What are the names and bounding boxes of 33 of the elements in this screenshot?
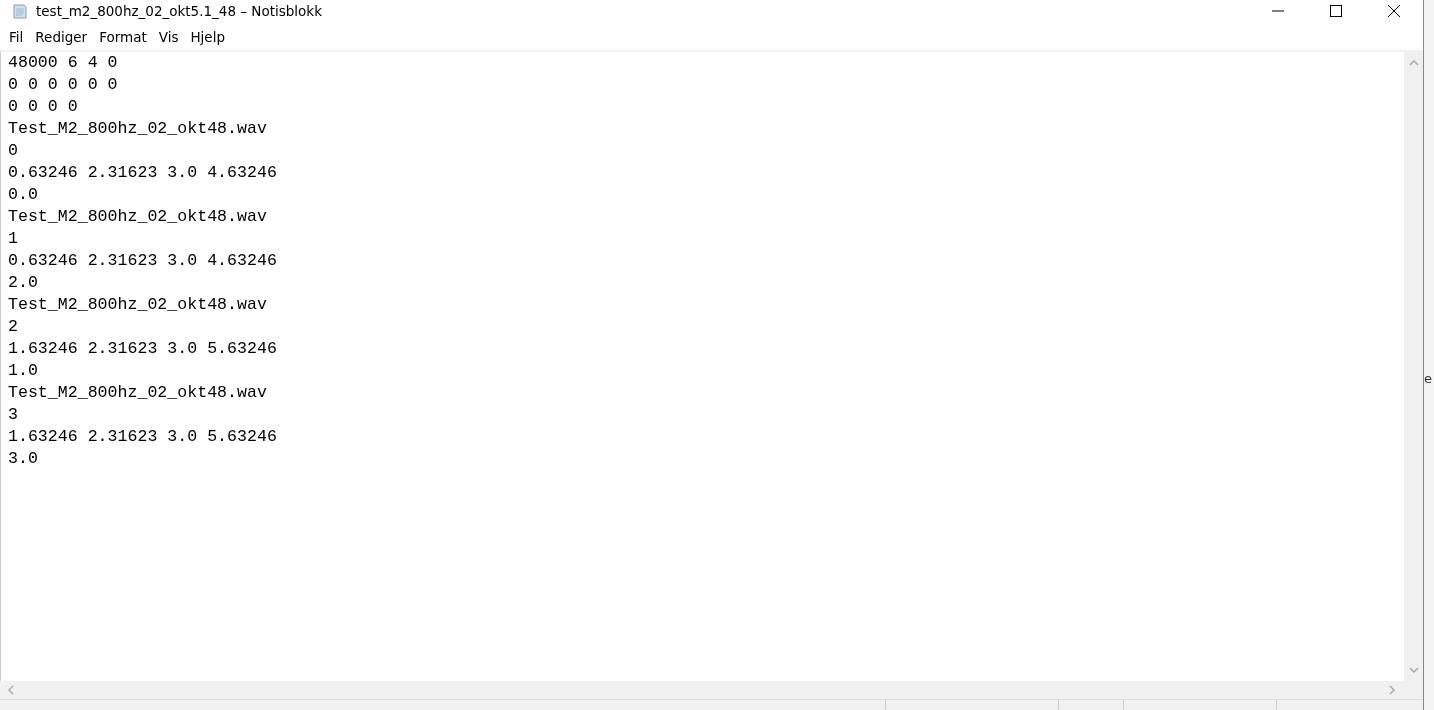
text-line: 0 0 0 0 0 0 xyxy=(8,74,118,96)
text-line: 1.0 xyxy=(8,360,38,382)
scroll-left-icon[interactable] xyxy=(8,685,14,695)
menu-item[interactable]: Vis xyxy=(152,29,185,50)
scroll-down-icon[interactable] xyxy=(1408,667,1419,673)
text-line: 0 xyxy=(8,140,18,162)
maximize-icon xyxy=(1330,5,1342,17)
text-line: 0 0 0 0 xyxy=(8,96,78,118)
text-line: 2.0 xyxy=(8,272,38,294)
text-line: 3.0 xyxy=(8,448,38,470)
text-line: Test_M2_800hz_02_okt48.wav xyxy=(8,206,267,228)
text-line: Test_M2_800hz_02_okt48.wav xyxy=(8,382,267,404)
scroll-right-icon[interactable] xyxy=(1389,685,1395,695)
text-line: 0.63246 2.31623 3.0 4.63246 xyxy=(8,162,277,184)
notepad-icon xyxy=(12,3,28,19)
background-text: e xyxy=(1424,370,1432,386)
text-line: 48000 6 4 0 xyxy=(8,52,118,74)
text-line: 2 xyxy=(8,316,18,338)
text-line: Test_M2_800hz_02_okt48.wav xyxy=(8,294,267,316)
text-line: Test_M2_800hz_02_okt48.wav xyxy=(8,118,267,140)
close-icon xyxy=(1388,5,1400,17)
text-line: 1.63246 2.31623 3.0 5.63246 xyxy=(8,338,277,360)
menu-item[interactable]: Format xyxy=(93,29,153,50)
text-line: 1.63246 2.31623 3.0 5.63246 xyxy=(8,426,277,448)
menu-item[interactable]: Hjelp xyxy=(184,29,231,50)
text-line: 0.63246 2.31623 3.0 4.63246 xyxy=(8,250,277,272)
text-line: 1 xyxy=(8,228,18,250)
menu-item[interactable]: Rediger xyxy=(29,29,94,50)
scroll-up-icon[interactable] xyxy=(1408,60,1419,66)
window-title: test_m2_800hz_02_okt5.1_48 – Notisblokk xyxy=(36,3,322,19)
text-line: 3 xyxy=(8,404,18,426)
menu-item[interactable]: Fil xyxy=(3,29,30,50)
text-line: 0.0 xyxy=(8,184,38,206)
